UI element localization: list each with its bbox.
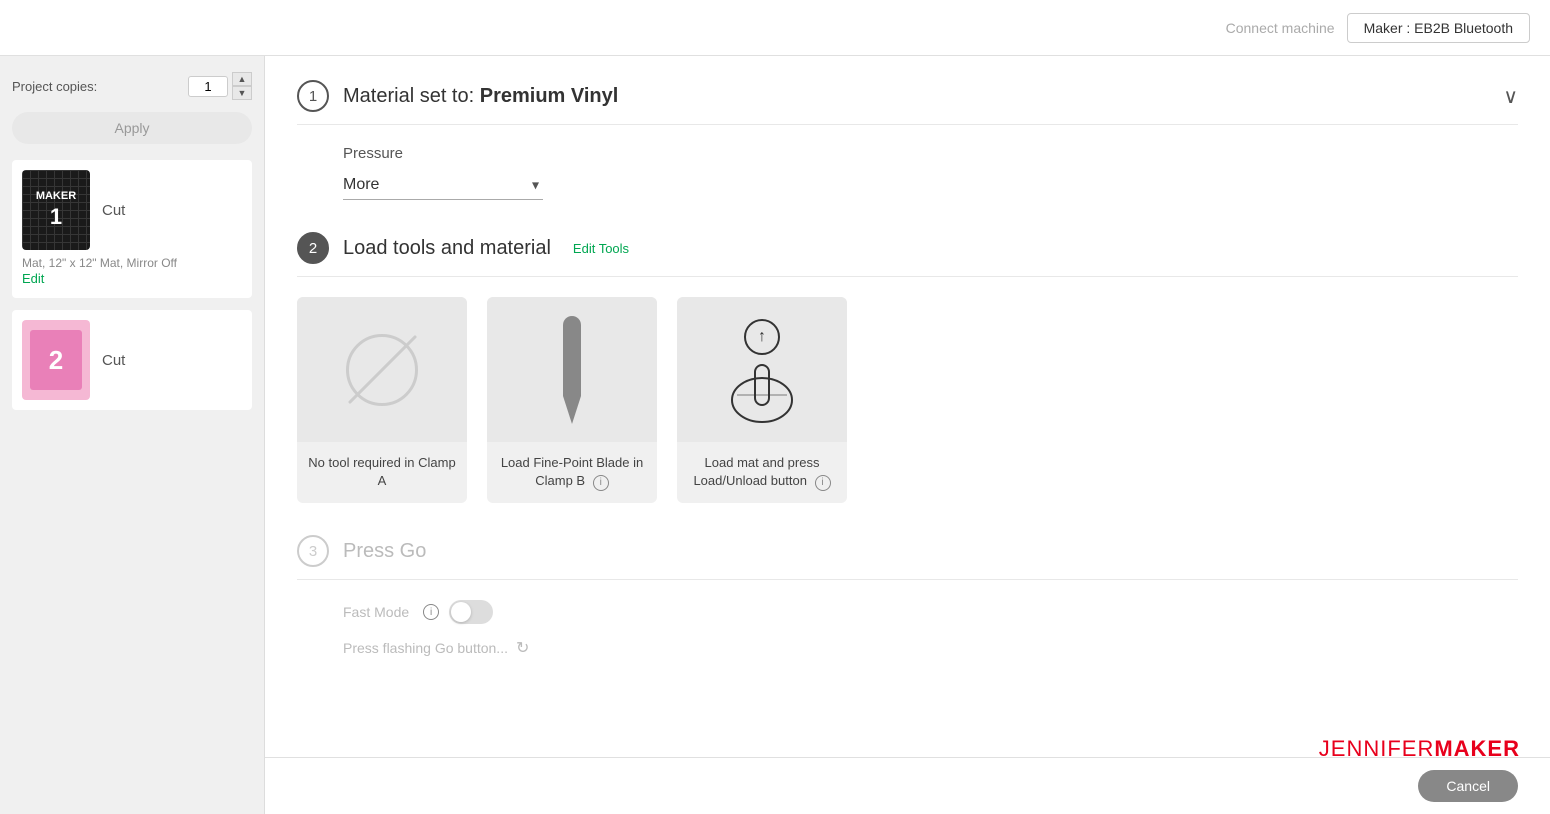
step-2-circle: 2: [297, 232, 329, 264]
mat-2-thumbnail: 2: [22, 320, 90, 400]
copies-increment[interactable]: ▲: [232, 72, 252, 86]
fast-mode-label: Fast Mode: [343, 604, 409, 620]
main-content: 1 Material set to: Premium Vinyl ∨ Press…: [265, 56, 1550, 814]
copies-controls: ▲ ▼: [188, 72, 252, 100]
copies-decrement[interactable]: ▼: [232, 86, 252, 100]
copies-input[interactable]: [188, 76, 228, 97]
blade-info-icon[interactable]: i: [593, 475, 609, 491]
bottom-bar: Cancel: [265, 757, 1550, 814]
step-2-header: 2 Load tools and material Edit Tools: [297, 232, 1518, 277]
sidebar: Project copies: ▲ ▼ Apply MAKER 1: [0, 56, 265, 814]
step-1-content: Pressure Default Less More High ▾: [297, 145, 1518, 200]
step-1: 1 Material set to: Premium Vinyl ∨ Press…: [297, 80, 1518, 200]
mat-1-info: Mat, 12" x 12" Mat, Mirror Off: [22, 256, 242, 270]
mat-1-thumbnail: MAKER 1: [22, 170, 90, 250]
blade-body: [563, 316, 581, 396]
step-1-material: Premium Vinyl: [480, 85, 619, 107]
pressure-select[interactable]: Default Less More High: [343, 170, 543, 200]
blade-label: Load Fine-Point Blade in Clamp B i: [487, 442, 657, 503]
load-mat-up-arrow: ↑: [758, 328, 766, 346]
mat-item-1: MAKER 1 Cut Mat, 12" x 12" Mat, Mirror O…: [12, 160, 252, 298]
mat-1-header: MAKER 1 Cut: [22, 170, 242, 250]
fast-mode-info-icon[interactable]: i: [423, 604, 439, 620]
cancel-button[interactable]: Cancel: [1418, 770, 1518, 802]
spinner-icon: ↻: [516, 638, 529, 658]
header: Connect machine Maker : EB2B Bluetooth: [0, 0, 1550, 56]
mat-1-maker-text: MAKER: [36, 190, 76, 203]
tool-card-no-tool: No tool required in Clamp A: [297, 297, 467, 503]
press-go-label: Press flashing Go button...: [343, 640, 508, 656]
step-3-circle: 3: [297, 535, 329, 567]
mat-1-type: Cut: [102, 202, 125, 219]
no-tool-label: No tool required in Clamp A: [297, 442, 467, 502]
step-2-title: Load tools and material: [343, 237, 551, 260]
toggle-knob: [451, 602, 471, 622]
machine-connect-button[interactable]: Maker : EB2B Bluetooth: [1347, 13, 1530, 43]
tool-card-blade: Load Fine-Point Blade in Clamp B i: [487, 297, 657, 503]
step-2: 2 Load tools and material Edit Tools No …: [297, 232, 1518, 503]
mat-2-header: 2 Cut: [22, 320, 242, 400]
apply-button[interactable]: Apply: [12, 112, 252, 144]
load-mat-image: ↑: [677, 297, 847, 442]
step-3-content: Fast Mode i Press flashing Go button... …: [297, 600, 1518, 658]
project-copies-row: Project copies: ▲ ▼: [12, 72, 252, 100]
mat-2-number: 2: [49, 345, 63, 376]
edit-tools-link[interactable]: Edit Tools: [573, 241, 629, 256]
mat-1-edit-link[interactable]: Edit: [22, 271, 44, 286]
connect-machine-label: Connect machine: [1226, 20, 1335, 36]
app-layout: Project copies: ▲ ▼ Apply MAKER 1: [0, 56, 1550, 814]
tool-card-load-mat: ↑: [677, 297, 847, 503]
step-3-header: 3 Press Go: [297, 535, 1518, 580]
press-go-row: Press flashing Go button... ↻: [343, 638, 1518, 658]
step-1-header: 1 Material set to: Premium Vinyl ∨: [297, 80, 1518, 125]
no-tool-icon: [346, 334, 418, 406]
mat-2-inner: 2: [30, 330, 82, 390]
blade-tip: [563, 396, 581, 424]
step-3: 3 Press Go Fast Mode i Press flashing Go…: [297, 535, 1518, 658]
mat-item-2: 2 Cut: [12, 310, 252, 410]
step-2-content: No tool required in Clamp A Load Fine-Po…: [297, 297, 1518, 503]
mat-2-type: Cut: [102, 352, 125, 369]
load-mat-label: Load mat and press Load/Unload button i: [677, 442, 847, 503]
pressure-label: Pressure: [343, 145, 1518, 162]
fast-mode-toggle[interactable]: [449, 600, 493, 624]
copies-stepper: ▲ ▼: [232, 72, 252, 100]
blade-image: [487, 297, 657, 442]
load-mat-info-icon[interactable]: i: [815, 475, 831, 491]
mat-1-content: MAKER 1: [36, 190, 76, 229]
step-3-title: Press Go: [343, 540, 426, 563]
step-1-title: Material set to: Premium Vinyl: [343, 85, 618, 108]
step-1-chevron[interactable]: ∨: [1503, 84, 1518, 109]
step-1-prefix: Material set to:: [343, 85, 474, 107]
fast-mode-row: Fast Mode i: [343, 600, 1518, 624]
pressure-select-wrapper: Default Less More High ▾: [343, 170, 543, 200]
load-mat-hand-svg: [717, 345, 807, 425]
no-tool-image: [297, 297, 467, 442]
load-mat-illustration: ↑: [717, 315, 807, 425]
project-copies-label: Project copies:: [12, 79, 97, 94]
blade-icon: [563, 316, 581, 424]
mat-1-number: 1: [36, 204, 76, 230]
step-1-circle: 1: [297, 80, 329, 112]
